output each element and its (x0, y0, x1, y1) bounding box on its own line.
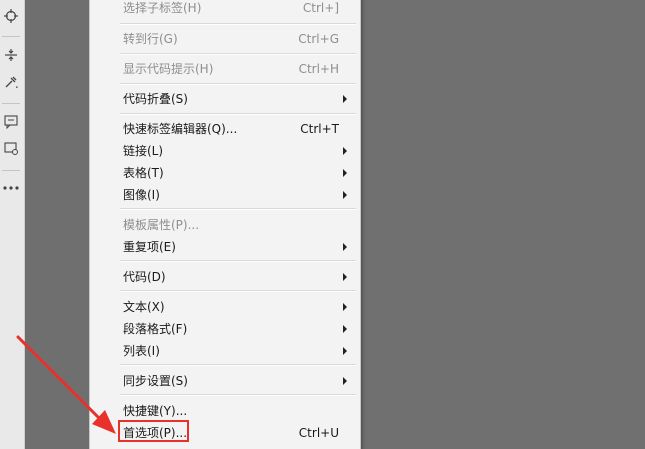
menu-item-select-child-tag[interactable]: 选择子标签(H) Ctrl+] (123, 0, 353, 18)
submenu-arrow-icon (343, 169, 347, 177)
submenu-arrow-icon (343, 243, 347, 251)
context-menu: 选择子标签(H) Ctrl+] 转到行(G) Ctrl+G 显示代码提示(H) … (89, 0, 361, 449)
menu-separator (120, 53, 356, 55)
toolbar-separator (2, 36, 20, 37)
annotation-highlight-box (118, 420, 189, 442)
screen: 选择子标签(H) Ctrl+] 转到行(G) Ctrl+G 显示代码提示(H) … (0, 0, 645, 449)
menu-item-text[interactable]: 文本(X) (123, 297, 353, 317)
menu-item-table[interactable]: 表格(T) (123, 163, 353, 183)
menu-separator (120, 113, 356, 115)
menu-item-paragraph-format[interactable]: 段落格式(F) (123, 319, 353, 339)
menu-separator (120, 290, 356, 292)
menu-item-link[interactable]: 链接(L) (123, 141, 353, 161)
menu-separator (120, 23, 356, 25)
toolbar-separator (2, 170, 20, 171)
menu-separator (120, 364, 356, 366)
menu-item-repeating-entries[interactable]: 重复项(E) (123, 237, 353, 257)
menu-separator (120, 260, 356, 262)
menu-item-sync-settings[interactable]: 同步设置(S) (123, 371, 353, 391)
split-icon[interactable] (0, 45, 22, 65)
eyedropper-icon[interactable] (0, 72, 22, 92)
submenu-arrow-icon (343, 303, 347, 311)
comment-icon[interactable] (0, 112, 22, 132)
submenu-arrow-icon (343, 377, 347, 385)
toolbar-separator (2, 103, 20, 104)
comment-settings-icon[interactable] (0, 139, 22, 159)
menu-item-goto-line[interactable]: 转到行(G) Ctrl+G (123, 29, 353, 49)
menu-item-keyboard-shortcuts[interactable]: 快捷键(Y)... (123, 401, 353, 421)
menu-separator (120, 208, 356, 210)
menu-item-show-code-hints[interactable]: 显示代码提示(H) Ctrl+H (123, 59, 353, 79)
submenu-arrow-icon (343, 347, 347, 355)
menu-gutter (90, 0, 118, 449)
menu-item-code[interactable]: 代码(D) (123, 267, 353, 287)
canvas-area (25, 0, 89, 449)
menu-item-code-folding[interactable]: 代码折叠(S) (123, 89, 353, 109)
menu-item-template-properties[interactable]: 模板属性(P)... (123, 215, 353, 235)
left-toolbar (0, 0, 25, 449)
menu-item-list[interactable]: 列表(I) (123, 341, 353, 361)
menu-separator (120, 83, 356, 85)
more-icon[interactable] (0, 178, 22, 198)
submenu-arrow-icon (343, 325, 347, 333)
submenu-arrow-icon (343, 95, 347, 103)
menu-separator (120, 394, 356, 396)
submenu-arrow-icon (343, 191, 347, 199)
submenu-arrow-icon (343, 147, 347, 155)
target-icon[interactable] (0, 6, 22, 26)
menu-item-quick-tag-editor[interactable]: 快速标签编辑器(Q)... Ctrl+T (123, 119, 353, 139)
submenu-arrow-icon (343, 273, 347, 281)
menu-item-image[interactable]: 图像(I) (123, 185, 353, 205)
